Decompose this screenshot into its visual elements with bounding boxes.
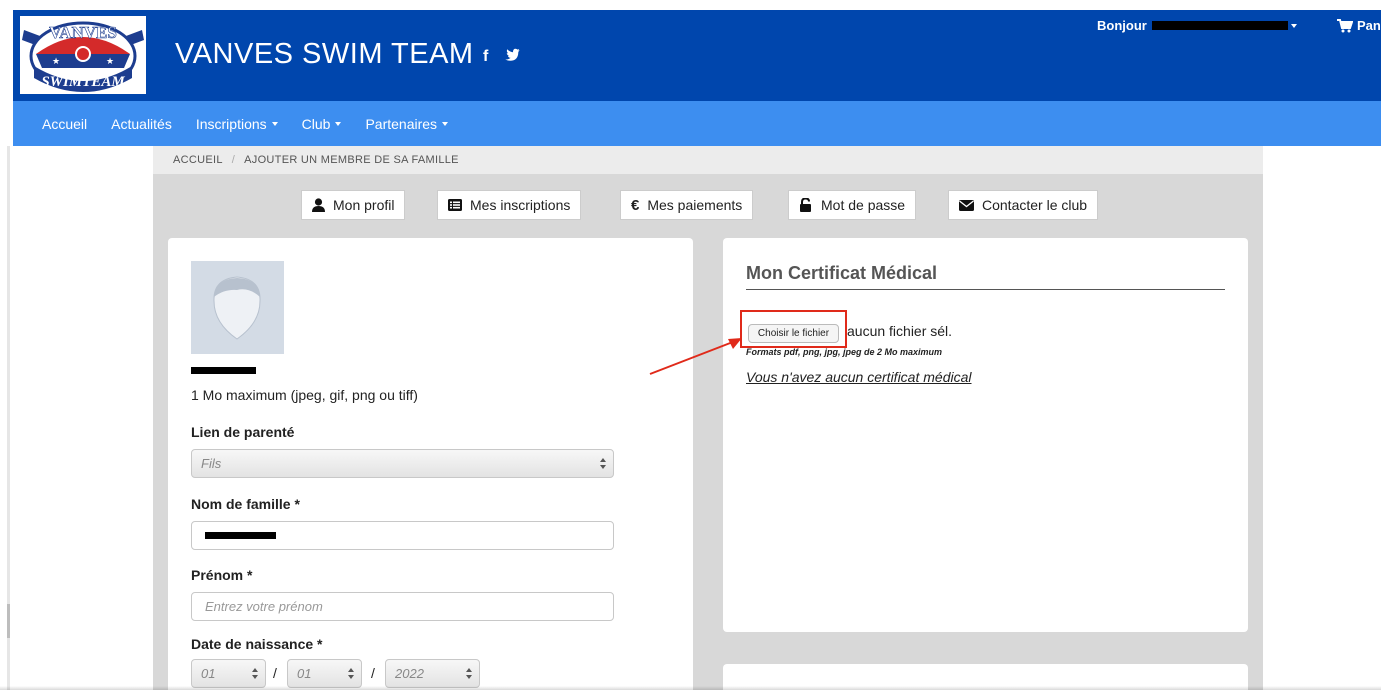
chevron-down-icon [271, 121, 278, 126]
avatar-placeholder[interactable] [191, 261, 284, 354]
euro-icon: € [631, 196, 640, 214]
firstname-label: Prénom * [191, 567, 253, 583]
medical-certificate-card: Mon Certificat Médical Choisir le fichie… [723, 238, 1248, 632]
annotation-arrow-icon [649, 338, 742, 375]
twitter-icon[interactable] [504, 48, 520, 67]
file-formats-hint: Formats pdf, png, jpg, jpeg de 2 Mo maxi… [746, 347, 943, 357]
select-arrows-icon [348, 668, 355, 680]
no-certificate-link[interactable]: Vous n'avez aucun certificat médical [746, 369, 972, 385]
photo-size-hint: 1 Mo maximum (jpeg, gif, png ou tiff) [191, 387, 418, 403]
list-icon [448, 199, 462, 211]
breadcrumb-home[interactable]: ACCUEIL [173, 154, 223, 166]
nav-item-label: Inscriptions [195, 115, 267, 132]
user-greeting-menu[interactable]: Bonjour [1097, 18, 1297, 33]
nav-item-actualites[interactable]: Actualités [111, 116, 172, 132]
breadcrumb-separator: / [231, 154, 236, 166]
content-panel: ACCUEIL / AJOUTER UN MEMBRE DE SA FAMILL… [153, 146, 1263, 690]
nav-item-label: Club [301, 115, 331, 132]
select-arrows-icon [600, 458, 607, 470]
chevron-down-icon [335, 121, 342, 126]
breadcrumb: ACCUEIL / AJOUTER UN MEMBRE DE SA FAMILL… [153, 146, 1263, 174]
unlock-icon [800, 198, 811, 212]
relation-select[interactable]: Fils [191, 449, 614, 478]
no-file-label: aucun fichier sél. [847, 323, 953, 339]
highlight-box [740, 310, 847, 348]
relation-value: Fils [201, 456, 222, 471]
tab-label: Mes inscriptions [470, 197, 571, 213]
member-form-card: 1 Mo maximum (jpeg, gif, png ou tiff) Li… [168, 238, 693, 690]
breadcrumb-current: AJOUTER UN MEMBRE DE SA FAMILLE [244, 154, 459, 166]
date-separator: / [273, 665, 277, 681]
select-arrows-icon [466, 668, 473, 680]
chevron-down-icon [442, 121, 449, 126]
logo-text-bottom: SWIMTEAM [41, 74, 125, 90]
chevron-down-icon [1290, 23, 1297, 28]
firstname-placeholder: Entrez votre prénom [205, 599, 323, 614]
nav-item-partenaires[interactable]: Partenaires [365, 115, 449, 132]
tab-label: Mes paiements [647, 197, 743, 213]
tab-payments[interactable]: € Mes paiements [620, 190, 754, 220]
club-logo[interactable]: VANVES SWIMTEAM ★ ★ [20, 16, 146, 94]
birth-year-value: 2022 [395, 666, 424, 681]
logo-text-top: VANVES [49, 23, 117, 42]
tab-password[interactable]: Mot de passe [788, 190, 917, 220]
redacted-lastname [205, 532, 276, 539]
birth-month-value: 01 [297, 666, 312, 681]
birth-day-value: 01 [201, 666, 216, 681]
cart-link[interactable]: Panie [1337, 18, 1381, 33]
redacted-member-name [191, 367, 256, 374]
nav-item-label: Accueil [42, 115, 88, 132]
nav-item-club[interactable]: Club [302, 116, 342, 132]
tab-label: Mon profil [333, 197, 395, 213]
bottom-shadow [0, 686, 1381, 690]
redacted-username [1151, 21, 1288, 30]
lastname-input[interactable] [191, 521, 614, 550]
social-links: f [483, 48, 520, 67]
tab-profile[interactable]: Mon profil [301, 190, 406, 220]
left-window-edge-mark [7, 604, 10, 638]
certificate-title: Mon Certificat Médical [746, 263, 938, 283]
greeting-label: Bonjour [1097, 18, 1147, 33]
birthdate-label: Date de naissance * [191, 636, 323, 652]
page-root: VANVES SWIMTEAM ★ ★ VANVES SWIM TEAM f B… [0, 0, 1381, 690]
user-icon [312, 198, 325, 212]
nav-item-label: Actualités [111, 115, 172, 132]
site-title[interactable]: VANVES SWIM TEAM [175, 38, 474, 71]
tab-registrations[interactable]: Mes inscriptions [437, 190, 582, 220]
svg-text:★: ★ [52, 56, 60, 66]
relation-label: Lien de parenté [191, 424, 295, 440]
lastname-label: Nom de famille * [191, 496, 300, 512]
select-arrows-icon [252, 668, 259, 680]
title-divider [746, 289, 1225, 290]
date-separator: / [371, 665, 375, 681]
birth-month-select[interactable]: 01 [287, 659, 362, 688]
birth-year-select[interactable]: 2022 [385, 659, 480, 688]
nav-item-inscriptions[interactable]: Inscriptions [196, 116, 278, 132]
main-nav: Accueil Actualités Inscriptions Club Par… [13, 101, 1381, 146]
envelope-icon [959, 199, 974, 211]
svg-text:★: ★ [106, 56, 114, 66]
nav-item-label: Partenaires [365, 115, 438, 132]
cart-icon [1337, 18, 1353, 32]
tab-label: Mot de passe [821, 197, 906, 213]
firstname-input[interactable]: Entrez votre prénom [191, 592, 614, 621]
birth-day-select[interactable]: 01 [191, 659, 266, 688]
facebook-icon[interactable]: f [483, 48, 488, 67]
nav-item-accueil[interactable]: Accueil [42, 116, 87, 132]
cart-label: Panie [1357, 18, 1381, 33]
top-header: VANVES SWIMTEAM ★ ★ VANVES SWIM TEAM f B… [13, 10, 1381, 101]
tab-contact[interactable]: Contacter le club [948, 190, 1099, 220]
right-gutter [1263, 146, 1381, 690]
tab-label: Contacter le club [982, 197, 1088, 213]
